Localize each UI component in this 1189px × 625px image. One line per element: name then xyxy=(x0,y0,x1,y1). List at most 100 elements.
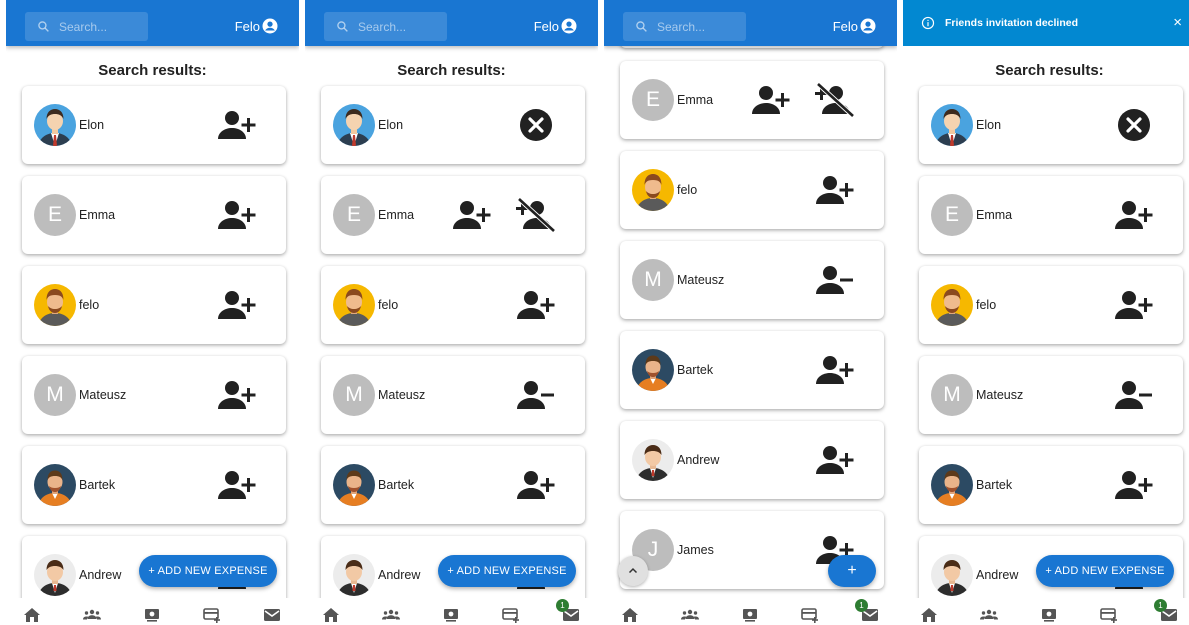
info-icon xyxy=(921,16,945,30)
person-remove-icon xyxy=(516,378,556,412)
money-icon xyxy=(442,607,460,623)
user-result-card: Bartek xyxy=(22,446,286,524)
person-add-button[interactable] xyxy=(217,378,257,412)
search-box[interactable] xyxy=(623,12,746,41)
person-add-disabled-icon xyxy=(516,198,556,232)
person-add-button[interactable] xyxy=(751,83,791,117)
chevron-up-icon xyxy=(627,565,639,577)
nav-home[interactable] xyxy=(322,607,340,623)
person-add-icon xyxy=(1114,468,1154,502)
user-menu[interactable]: Felo xyxy=(235,16,279,36)
avatar xyxy=(34,554,76,596)
user-result-card: M Mateusz xyxy=(919,356,1183,434)
nav-group[interactable] xyxy=(382,607,400,623)
search-box[interactable] xyxy=(25,12,148,41)
person-add-button[interactable] xyxy=(217,288,257,322)
person-add-disabled-button[interactable] xyxy=(815,83,855,117)
person-add-button[interactable] xyxy=(1114,288,1154,322)
person-add-button[interactable] xyxy=(815,173,855,207)
search-input[interactable] xyxy=(358,19,438,34)
nav-mail[interactable]: 1 xyxy=(556,599,580,623)
nav-home[interactable] xyxy=(920,607,938,623)
user-result-card: Elon xyxy=(22,86,286,164)
notification-badge: 1 xyxy=(556,599,569,612)
person-add-button[interactable] xyxy=(217,198,257,232)
nav-group[interactable] xyxy=(681,607,699,623)
person-add-button[interactable] xyxy=(217,108,257,142)
account-circle-icon xyxy=(858,17,877,35)
search-icon xyxy=(635,20,648,33)
person-add-disabled-button[interactable] xyxy=(516,198,556,232)
group-icon xyxy=(382,607,400,623)
nav-money[interactable] xyxy=(1040,607,1058,623)
account-circle-icon xyxy=(559,17,578,35)
avatar xyxy=(333,554,375,596)
search-results-title: Search results: xyxy=(397,62,506,79)
add-new-expense-button[interactable]: + ADD NEW EXPENSE xyxy=(139,555,277,587)
money-icon xyxy=(1040,607,1058,623)
add-expense-button[interactable]: + xyxy=(828,555,876,587)
mail-icon xyxy=(263,607,281,623)
search-box[interactable] xyxy=(324,12,447,41)
home-icon xyxy=(322,607,340,623)
nav-card-add[interactable] xyxy=(1100,607,1118,623)
avatar xyxy=(931,104,973,146)
scroll-to-top-button[interactable] xyxy=(618,556,648,586)
nav-card-add[interactable] xyxy=(801,607,819,623)
snackbar-notification: Friends invitation declined × xyxy=(903,0,1189,46)
person-remove-button[interactable] xyxy=(516,378,556,412)
person-add-button[interactable] xyxy=(452,198,492,232)
user-name: Bartek xyxy=(976,478,1013,492)
snackbar-message: Friends invitation declined xyxy=(945,17,1079,29)
person-add-button[interactable] xyxy=(516,288,556,322)
user-menu[interactable]: Felo xyxy=(534,16,578,36)
user-result-card: M Mateusz xyxy=(22,356,286,434)
person-remove-icon xyxy=(1114,378,1154,412)
nav-card-add[interactable] xyxy=(502,607,520,623)
person-add-button[interactable] xyxy=(815,353,855,387)
avatar: M xyxy=(34,374,76,416)
username: Felo xyxy=(832,18,858,34)
avatar: M xyxy=(632,259,674,301)
person-remove-button[interactable] xyxy=(815,263,855,297)
person-add-button[interactable] xyxy=(516,468,556,502)
user-name: Emma xyxy=(677,93,714,107)
person-remove-button[interactable] xyxy=(1114,378,1154,412)
user-name: Mateusz xyxy=(378,388,426,402)
nav-home[interactable] xyxy=(621,607,639,623)
user-menu[interactable]: Felo xyxy=(833,16,877,36)
nav-home[interactable] xyxy=(23,607,41,623)
avatar xyxy=(632,169,674,211)
user-name: Mateusz xyxy=(976,388,1024,402)
user-name: Mateusz xyxy=(79,388,127,402)
add-new-expense-button[interactable]: + ADD NEW EXPENSE xyxy=(1036,555,1174,587)
user-name: Bartek xyxy=(79,478,116,492)
cancel-button[interactable] xyxy=(516,108,556,142)
bottom-navigation: 1 xyxy=(604,598,897,625)
add-new-expense-button[interactable]: + ADD NEW EXPENSE xyxy=(438,555,576,587)
nav-mail[interactable] xyxy=(263,607,281,623)
person-add-button[interactable] xyxy=(1114,198,1154,232)
nav-group[interactable] xyxy=(980,607,998,623)
nav-money[interactable] xyxy=(442,607,460,623)
person-add-button[interactable] xyxy=(1114,468,1154,502)
person-add-button[interactable] xyxy=(217,468,257,502)
user-name: felo xyxy=(79,298,100,312)
search-input[interactable] xyxy=(657,19,737,34)
close-icon[interactable]: × xyxy=(1173,15,1182,30)
nav-money[interactable] xyxy=(741,607,759,623)
search-input[interactable] xyxy=(59,19,139,34)
cancel-button[interactable] xyxy=(1114,108,1154,142)
person-add-icon xyxy=(217,108,257,142)
avatar xyxy=(931,284,973,326)
nav-money[interactable] xyxy=(143,607,161,623)
nav-group[interactable] xyxy=(83,607,101,623)
nav-card-add[interactable] xyxy=(203,607,221,623)
bottom-navigation xyxy=(6,598,299,625)
nav-mail[interactable]: 1 xyxy=(855,599,879,623)
card-add-icon xyxy=(203,607,221,623)
nav-mail[interactable]: 1 xyxy=(1154,599,1178,623)
person-add-button[interactable] xyxy=(815,443,855,477)
user-name: Emma xyxy=(79,208,116,222)
avatar xyxy=(333,464,375,506)
